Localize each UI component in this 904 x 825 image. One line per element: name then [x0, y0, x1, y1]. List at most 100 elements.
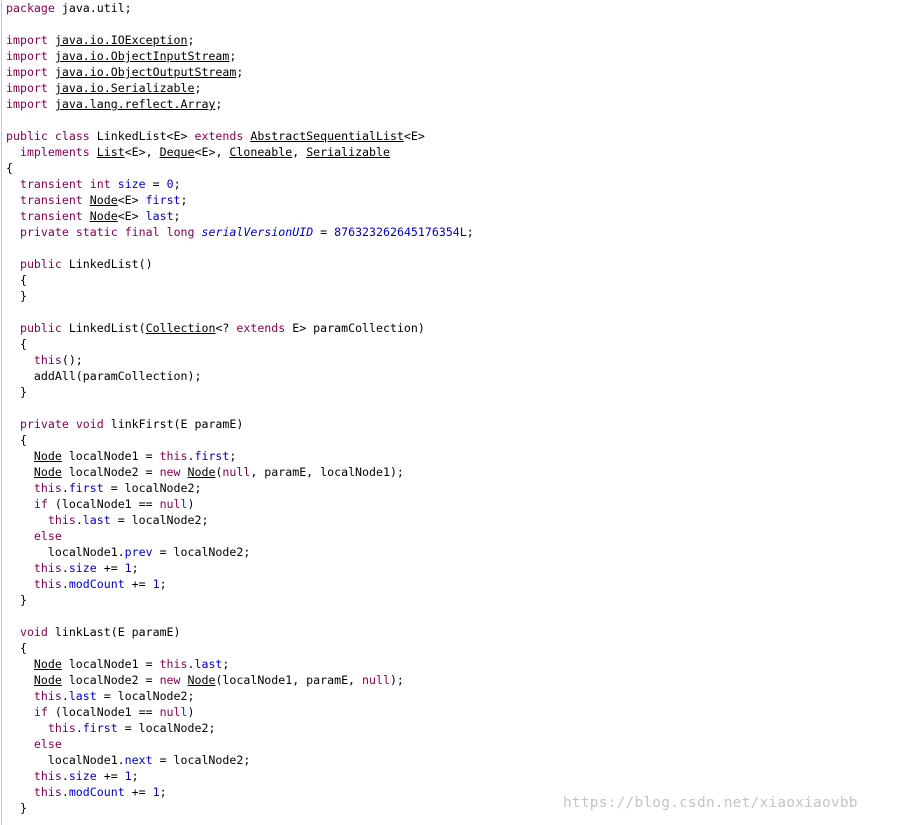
keyword-token: this: [159, 449, 188, 463]
code-token: {: [6, 161, 13, 175]
type-reference-token: Cloneable: [229, 145, 293, 159]
keyword-token: public: [19, 257, 62, 271]
number-token: 1: [152, 577, 160, 591]
keyword-token: private: [19, 225, 69, 239]
code-line: {: [6, 160, 474, 176]
keyword-token: class: [54, 129, 90, 143]
code-line: this.last = localNode2;: [6, 512, 474, 528]
keyword-token: implements: [19, 145, 90, 159]
type-reference-token: Serializable: [306, 145, 390, 159]
code-line: {: [6, 272, 474, 288]
field-token: first: [82, 721, 118, 735]
number-token: 1: [124, 769, 132, 783]
keyword-token: long: [166, 225, 195, 239]
code-token: .: [61, 481, 69, 495]
code-token: =: [145, 177, 167, 191]
code-line: else: [6, 736, 474, 752]
code-token: ;: [159, 785, 167, 799]
code-line: {: [6, 640, 474, 656]
field-token: prev: [124, 545, 153, 559]
code-token: );: [389, 673, 404, 687]
keyword-token: this: [33, 689, 62, 703]
code-token: .: [61, 561, 69, 575]
code-line: {: [6, 336, 474, 352]
keyword-token: public: [6, 129, 48, 143]
code-token: ;: [187, 33, 195, 47]
static-field-token: serialVersionUID: [201, 225, 314, 239]
keyword-token: transient: [19, 209, 83, 223]
code-text-area[interactable]: package java.util; import java.io.IOExce…: [6, 0, 474, 816]
code-line: implements List<E>, Deque<E>, Cloneable,…: [6, 144, 474, 160]
code-token: = localNode2;: [103, 481, 202, 495]
code-line: private static final long serialVersionU…: [6, 224, 474, 240]
field-token: last: [82, 513, 111, 527]
type-reference-token: Deque: [159, 145, 195, 159]
code-line: this.last = localNode2;: [6, 688, 474, 704]
code-line: Node localNode2 = new Node(localNode1, p…: [6, 672, 474, 688]
code-token: ;: [173, 177, 181, 191]
code-token: .: [61, 577, 69, 591]
keyword-token: package: [6, 1, 55, 15]
keyword-token: import: [6, 33, 48, 47]
code-line: this.modCount += 1;: [6, 784, 474, 800]
keyword-token: if: [33, 705, 48, 719]
code-token: }: [6, 289, 27, 303]
keyword-token: import: [6, 97, 48, 111]
number-token: 876323262645176354L: [334, 225, 467, 239]
code-token: {: [6, 273, 27, 287]
keyword-token: else: [33, 529, 62, 543]
keyword-token: if: [33, 497, 48, 511]
keyword-token: transient: [19, 193, 83, 207]
keyword-token: this: [33, 353, 62, 367]
code-token: = localNode2;: [152, 545, 251, 559]
code-token: (localNode1, paramE,: [215, 673, 363, 687]
number-token: 1: [124, 561, 132, 575]
code-token: linkFirst(E paramE): [103, 417, 244, 431]
code-editor[interactable]: package java.util; import java.io.IOExce…: [0, 0, 904, 825]
keyword-token: extends: [194, 129, 244, 143]
code-token: ();: [61, 353, 83, 367]
code-token: .: [61, 689, 69, 703]
type-reference-token: Node: [89, 209, 118, 223]
field-token: first: [68, 481, 104, 495]
code-line: import java.io.ObjectOutputStream;: [6, 64, 474, 80]
type-reference-token: Collection: [145, 321, 216, 335]
code-token: localNode1.: [6, 753, 125, 767]
code-token: ;: [229, 49, 237, 63]
code-token: = localNode2;: [152, 753, 251, 767]
code-line: {: [6, 432, 474, 448]
code-line: }: [6, 288, 474, 304]
code-token: ,: [292, 145, 307, 159]
code-token: localNode1 =: [61, 449, 160, 463]
code-line: Node localNode2 = new Node(null, paramE,…: [6, 464, 474, 480]
code-line: Node localNode1 = this.last;: [6, 656, 474, 672]
code-line: transient Node<E> first;: [6, 192, 474, 208]
type-reference-token: java.lang.reflect.Array: [54, 97, 216, 111]
keyword-token: this: [33, 785, 62, 799]
code-token: <E>: [403, 129, 425, 143]
code-line: public LinkedList(): [6, 256, 474, 272]
code-token: {: [6, 433, 27, 447]
field-token: size: [68, 769, 97, 783]
watermark-url: https://blog.csdn.net/xiaoxiaovbb: [563, 795, 858, 811]
keyword-token: int: [89, 177, 111, 191]
code-token: ;: [466, 225, 474, 239]
code-token: addAll(paramCollection);: [6, 369, 202, 383]
